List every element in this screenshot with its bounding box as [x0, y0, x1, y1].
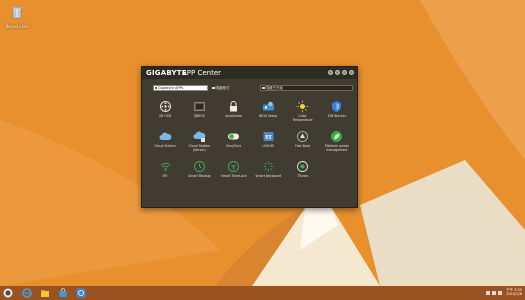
close-icon[interactable] — [349, 70, 354, 75]
app-tile-efi[interactable]: EFI — [150, 160, 180, 190]
taskbar: 下午 3:35 2015/2/6 — [0, 286, 525, 300]
app-label: Smart TimeLock — [220, 174, 247, 178]
app-tile-liveud[interactable]: EZ LIVEUD — [253, 130, 283, 160]
app-label: AutoGreen — [225, 114, 243, 118]
app-tile-platform-power-management[interactable]: Platform power management — [322, 130, 352, 160]
apps-dropdown-value: Gigabyte APPs — [158, 86, 184, 90]
power-icon — [297, 161, 309, 172]
ez-icon: EZ — [263, 132, 274, 141]
brand-logo: GIGABYTE — [146, 69, 187, 77]
app-tile-bios[interactable]: @BIOS — [184, 100, 214, 130]
app-label: EasyTune — [226, 144, 242, 148]
checkbox-icon — [212, 86, 215, 90]
app-label: Cloud Station (Server) — [188, 144, 211, 152]
app-tile-color-temperature[interactable]: Color Temperature — [288, 100, 318, 130]
app-label: @BIOS — [193, 114, 205, 118]
filter-bar: Gigabyte APPs 隱藏程式 — [153, 85, 230, 91]
smart-timelock-icon — [228, 161, 240, 172]
hide-programs-label: 隱藏程式 — [215, 85, 230, 90]
app-tile-cloud-station-server[interactable]: Cloud Station (Server) — [184, 130, 214, 160]
hide-updated-label: 隱藏已升級 — [265, 85, 284, 90]
app-row: Cloud Station Cloud Station (Server) Eas… — [150, 130, 352, 160]
clock[interactable]: 下午 3:35 2015/2/6 — [506, 288, 522, 296]
film-reel-icon — [159, 101, 171, 112]
store-icon[interactable] — [58, 288, 68, 298]
app-label: LIVEUD — [262, 144, 275, 148]
clock-date: 2015/2/6 — [506, 291, 522, 296]
app-label: 7Tunes — [296, 174, 309, 178]
app-label: BIOS Setup — [259, 114, 278, 118]
app-label: Platform power management — [324, 144, 350, 152]
network-icon[interactable] — [486, 290, 491, 295]
app-row: 3D OSD @BIOS AutoGreen BIOS Setup Color … — [150, 100, 352, 130]
app-label: EIN Blocker — [327, 114, 347, 118]
checkbox-icon — [262, 86, 265, 90]
recycle-bin-label: Recycle Bin — [5, 24, 29, 29]
help-icon[interactable] — [335, 70, 340, 75]
app-grid: 3D OSD @BIOS AutoGreen BIOS Setup Color … — [150, 100, 352, 190]
app-tile-smart-timelock[interactable]: Smart TimeLock — [219, 160, 249, 190]
volume-icon[interactable] — [498, 290, 503, 295]
cloud-server-icon — [193, 131, 206, 142]
smart-backup-icon — [193, 161, 205, 172]
minimize-icon[interactable] — [342, 70, 347, 75]
app-row: EFI Smart Backup Smart TimeLock Smart Ke… — [150, 160, 352, 190]
bios-setup-icon — [262, 101, 274, 111]
app-tile-smart-backup[interactable]: Smart Backup — [184, 160, 214, 190]
shield-icon — [332, 101, 342, 112]
toggle-icon — [228, 133, 240, 140]
recycle-bin-icon — [12, 7, 22, 19]
app-tile-bios-setup[interactable]: BIOS Setup — [253, 100, 283, 130]
app-label: 3D OSD — [158, 114, 172, 118]
app-label: EFI — [162, 174, 168, 178]
hide-programs-option[interactable]: 隱藏程式 — [212, 86, 230, 91]
smart-keyboard-icon — [263, 161, 274, 172]
bios-chip-icon — [194, 102, 205, 111]
ie-icon[interactable] — [22, 288, 32, 298]
app-tile-fast-boot[interactable]: Fast Boot — [288, 130, 318, 160]
fast-boot-icon — [297, 131, 308, 142]
app-tile-smart-keyboard[interactable]: Smart Keyboard — [253, 160, 283, 190]
app-center-icon[interactable] — [76, 288, 86, 298]
app-label: Smart Keyboard — [255, 174, 281, 178]
app-tile-autogreen[interactable]: AutoGreen — [219, 100, 249, 130]
app-center-window: GIGABYTE APP Center Gigabyte APPs 隱藏程式 隱… — [141, 66, 358, 208]
app-tile-3d-osd[interactable]: 3D OSD — [150, 100, 180, 130]
leaf-icon — [331, 131, 343, 142]
system-tray: 下午 3:35 2015/2/6 — [486, 288, 522, 296]
app-tile-ein-blocker[interactable]: EIN Blocker — [322, 100, 352, 130]
padlock-icon — [230, 101, 238, 112]
start-icon[interactable] — [3, 288, 13, 298]
apps-dropdown[interactable]: Gigabyte APPs — [153, 85, 208, 91]
app-label: Fast Boot — [295, 144, 310, 148]
app-tile-cloud-station[interactable]: Cloud Station — [150, 130, 180, 160]
file-explorer-icon[interactable] — [40, 288, 50, 298]
settings-icon[interactable] — [328, 70, 333, 75]
app-label: Smart Backup — [188, 174, 211, 178]
flag-icon[interactable] — [492, 290, 497, 295]
svg-text:EZ: EZ — [265, 135, 272, 141]
sun-temperature-icon — [296, 100, 309, 113]
app-label: Cloud Station — [154, 144, 176, 148]
hide-updated-option[interactable]: 隱藏已升級 — [260, 85, 353, 91]
wifi-icon — [160, 162, 170, 171]
app-label: Color Temperature — [292, 114, 313, 122]
dropdown-dot-icon — [155, 87, 157, 89]
window-title: APP Center — [182, 69, 222, 77]
app-tile-empty — [322, 160, 352, 190]
titlebar: GIGABYTE APP Center — [142, 67, 357, 79]
window-controls — [328, 70, 354, 75]
cloud-icon — [159, 132, 171, 140]
recycle-bin[interactable]: Recycle Bin — [4, 4, 30, 29]
app-tile-7tunes[interactable]: 7Tunes — [288, 160, 318, 190]
app-tile-easytune[interactable]: EasyTune — [219, 130, 249, 160]
